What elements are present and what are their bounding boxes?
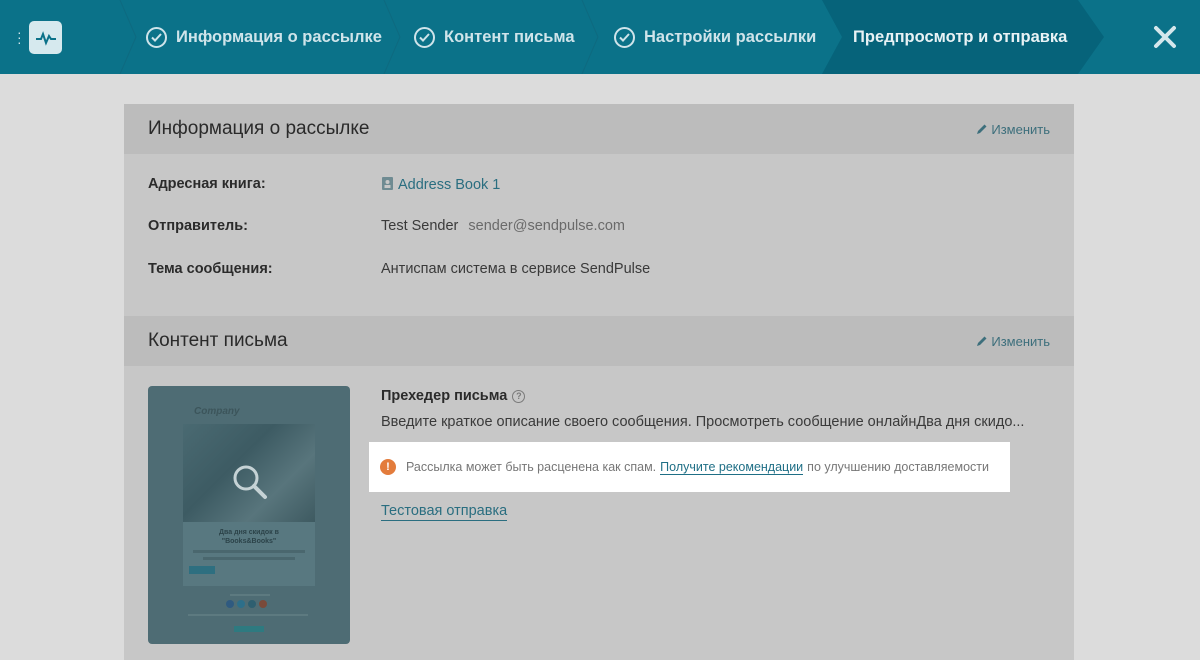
step-campaign-info[interactable]: Информация о рассылке — [146, 0, 382, 74]
check-circle-icon — [614, 26, 635, 48]
spam-warning-text-after: по улучшению доставляемости — [807, 460, 990, 474]
panel-title: Информация о рассылке — [148, 118, 370, 139]
preheader-label-text: Прехедер письма — [381, 388, 508, 404]
address-book-icon — [382, 177, 393, 190]
recommendations-link[interactable]: Получите рекомендации — [660, 460, 804, 475]
step-separator — [383, 0, 401, 74]
preview-company: Company — [194, 406, 240, 417]
help-icon[interactable]: ? — [512, 389, 526, 403]
preview-text-block: Два дня скидок в "Books&Books" — [183, 522, 315, 586]
step-label: Предпросмотр и отправка — [853, 27, 1068, 46]
check-circle-icon — [146, 26, 167, 48]
step-campaign-settings[interactable]: Настройки рассылки — [614, 0, 816, 74]
sender-label: Отправитель: — [148, 218, 249, 234]
sender-email: sender@sendpulse.com — [468, 218, 625, 234]
step-preview-send[interactable]: Предпросмотр и отправка — [853, 0, 1067, 74]
address-book-label: Адресная книга: — [148, 176, 266, 192]
warning-icon: ! — [380, 459, 396, 475]
zoom-icon[interactable] — [232, 464, 268, 500]
pencil-icon — [977, 124, 987, 134]
sender-name: Test Sender — [381, 218, 459, 234]
edit-label: Изменить — [991, 333, 1050, 349]
address-book-value[interactable]: Address Book 1 — [381, 176, 500, 193]
test-send-link[interactable]: Тестовая отправка — [381, 503, 508, 521]
edit-email-content-link[interactable]: Изменить — [976, 334, 1050, 349]
spam-warning-text: Рассылка может быть расценена как спам. — [406, 460, 657, 474]
preview-headline: Два дня скидок в "Books&Books" — [219, 529, 279, 545]
panel-title: Контент письма — [148, 330, 288, 351]
step-label: Информация о рассылке — [176, 27, 382, 46]
pulse-icon[interactable] — [29, 21, 62, 54]
step-label: Контент письма — [444, 27, 575, 46]
sender-value: Test Sender sender@sendpulse.com — [381, 218, 625, 234]
edit-label: Изменить — [991, 121, 1050, 137]
drag-handle-icon[interactable]: · · · — [17, 25, 22, 49]
spam-warning: ! Рассылка может быть расценена как спам… — [369, 442, 1010, 492]
campaign-info-panel: Информация о рассылке Изменить Адресная … — [124, 104, 1074, 316]
wizard-topbar: · · · Информация о рассылке Контент письма… — [0, 0, 1200, 74]
edit-campaign-info-link[interactable]: Изменить — [976, 122, 1050, 137]
step-label: Настройки рассылки — [644, 27, 817, 46]
pencil-icon — [977, 336, 987, 346]
email-preview-thumbnail[interactable]: Company Два дня скидок в "Books&Books" — [148, 386, 350, 644]
check-circle-icon — [414, 26, 435, 48]
subject-value: Антиспам система в сервисе SendPulse — [381, 261, 651, 277]
step-email-content[interactable]: Контент письма — [414, 0, 575, 74]
preview-footer — [148, 586, 350, 644]
panel-header: Информация о рассылке Изменить — [124, 104, 1074, 154]
step-separator — [119, 0, 137, 74]
preheader-label: Прехедер письма ? — [381, 388, 526, 404]
close-icon[interactable] — [1150, 22, 1180, 52]
panel-header: Контент письма Изменить — [124, 316, 1074, 366]
address-book-link[interactable]: Address Book 1 — [398, 177, 500, 193]
step-separator — [581, 0, 599, 74]
preheader-section: Прехедер письма ? — [381, 388, 526, 404]
preheader-text: Введите краткое описание своего сообщени… — [381, 414, 1025, 430]
subject-label: Тема сообщения: — [148, 261, 273, 277]
